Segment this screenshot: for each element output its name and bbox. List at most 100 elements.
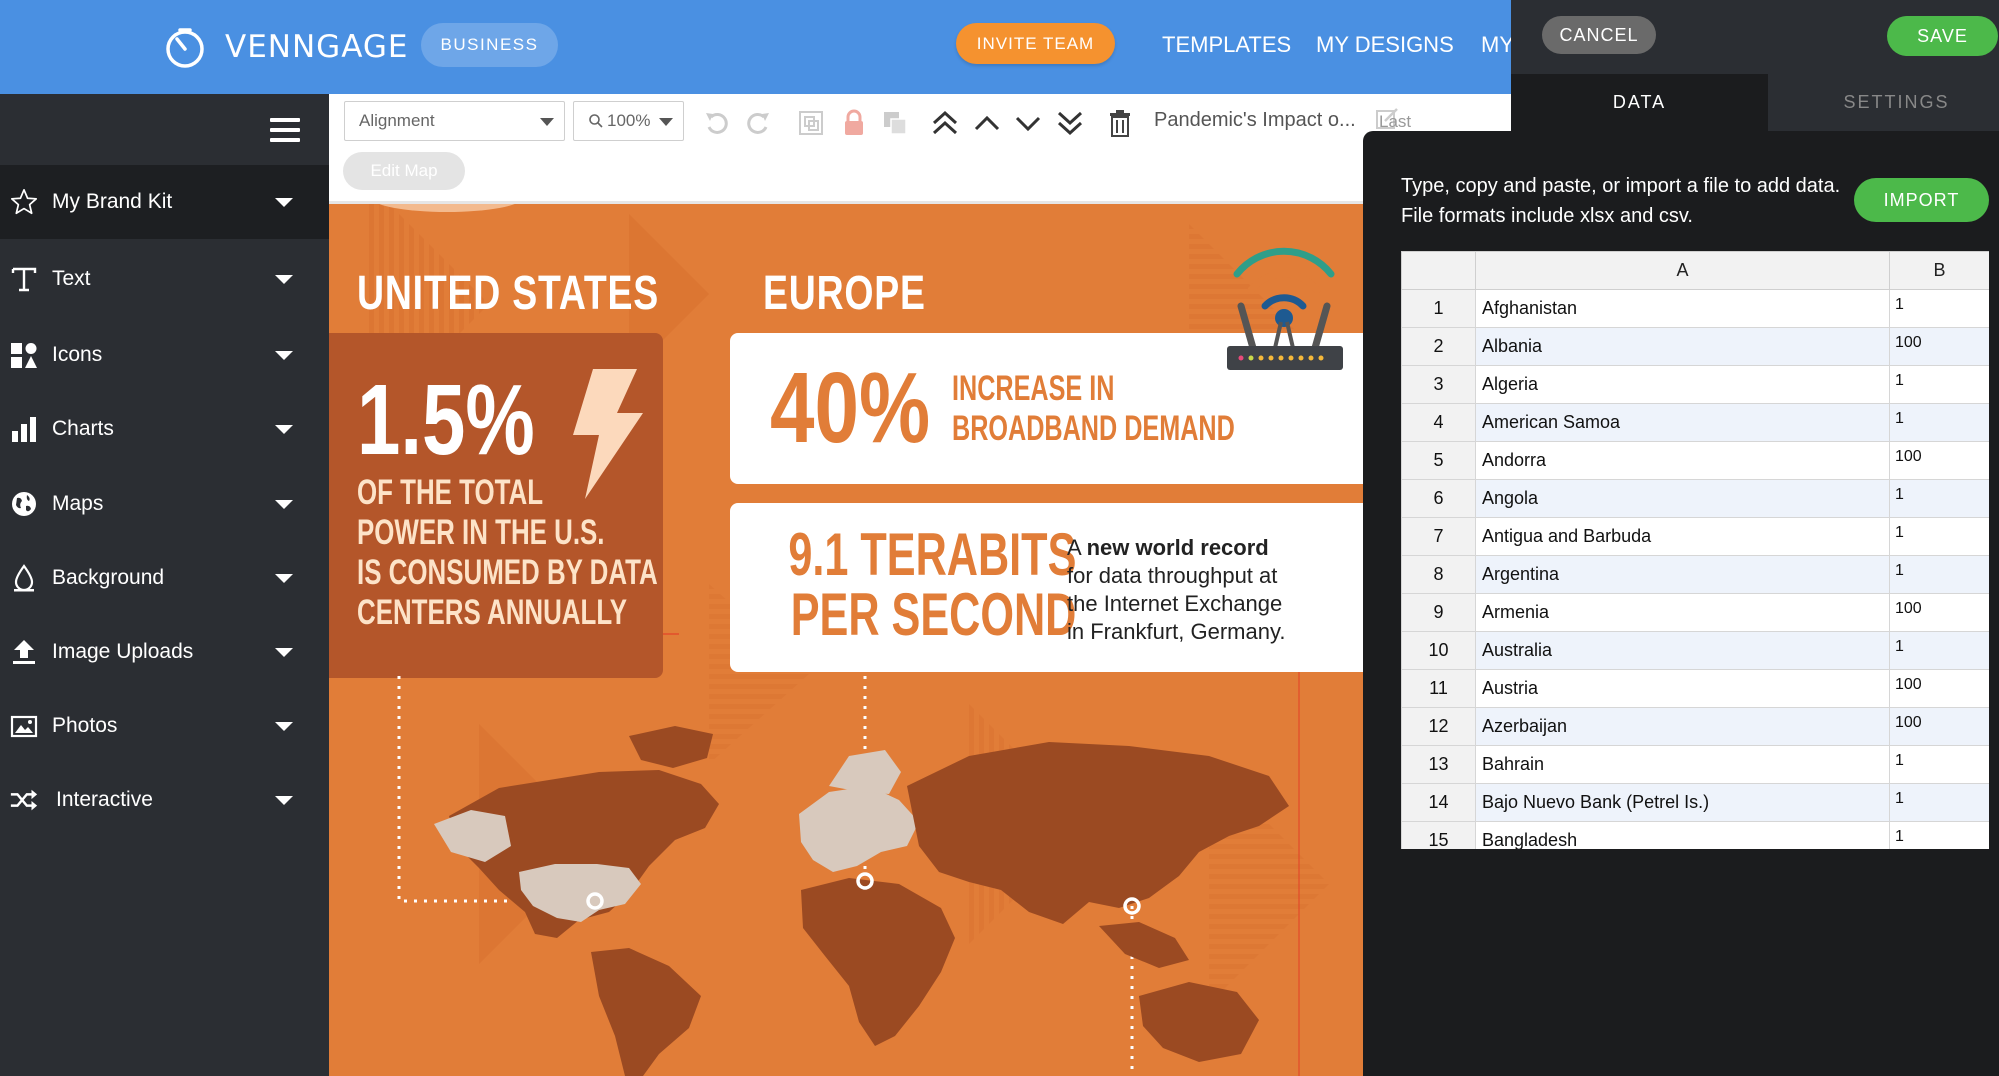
sidebar-item-text[interactable]: Text: [0, 242, 329, 316]
cell-country[interactable]: Antigua and Barbuda: [1475, 517, 1890, 556]
sidebar-item-label: Icons: [52, 343, 103, 366]
sidebar-item-maps[interactable]: Maps: [0, 467, 329, 541]
us-stat-card[interactable]: 1.5% OF THE TOTAL POWER IN THE U.S. IS C…: [329, 333, 663, 678]
europe-heading[interactable]: EUROPE: [763, 266, 926, 321]
cell-country[interactable]: Angola: [1475, 479, 1890, 518]
edit-map-button[interactable]: Edit Map: [343, 152, 465, 190]
lock-icon[interactable]: [839, 108, 869, 138]
save-button[interactable]: SAVE: [1887, 16, 1998, 56]
alignment-dropdown[interactable]: Alignment: [344, 101, 565, 141]
group-icon[interactable]: [796, 108, 826, 138]
invite-team-button[interactable]: INVITE TEAM: [956, 23, 1115, 64]
cancel-button[interactable]: CANCEL: [1542, 16, 1656, 54]
cell-country[interactable]: Bangladesh: [1475, 821, 1890, 849]
record-bold: new world record: [1086, 535, 1269, 560]
cell-country[interactable]: Australia: [1475, 631, 1890, 670]
row-number[interactable]: 10: [1401, 631, 1476, 670]
cell-value[interactable]: 1: [1889, 517, 1989, 556]
sidebar-item-label: My Brand Kit: [52, 190, 173, 213]
cell-value[interactable]: 100: [1889, 707, 1989, 746]
design-canvas[interactable]: UNITED STATES EUROPE 1.5% OF THE TOTAL P…: [329, 204, 1363, 1076]
redo-icon[interactable]: [743, 108, 773, 138]
row-number[interactable]: 12: [1401, 707, 1476, 746]
row-number[interactable]: 1: [1401, 289, 1476, 328]
us-stat-value: 1.5%: [357, 364, 535, 476]
bring-forward-icon[interactable]: [972, 108, 1002, 138]
cell-country[interactable]: Afghanistan: [1475, 289, 1890, 328]
trash-icon[interactable]: [1105, 108, 1135, 138]
nav-my-designs[interactable]: MY DESIGNS: [1316, 32, 1454, 58]
us-heading[interactable]: UNITED STATES: [357, 266, 659, 321]
row-number[interactable]: 2: [1401, 327, 1476, 366]
send-backward-icon[interactable]: [1013, 108, 1043, 138]
brand-logo[interactable]: VENNGAGE: [163, 22, 408, 72]
document-title[interactable]: Pandemic's Impact o...: [1154, 109, 1356, 132]
sidebar-item-image-uploads[interactable]: Image Uploads: [0, 615, 329, 689]
undo-icon[interactable]: [702, 108, 732, 138]
bring-to-front-icon[interactable]: [930, 108, 960, 138]
cell-value[interactable]: 100: [1889, 669, 1989, 708]
cell-country[interactable]: Austria: [1475, 669, 1890, 708]
menu-icon[interactable]: [270, 118, 300, 142]
data-spreadsheet[interactable]: A B 1 Afghanistan 1 2 Albania 100 3 Algeria 1 …: [1401, 251, 1989, 849]
send-to-back-icon[interactable]: [1055, 108, 1085, 138]
tab-settings[interactable]: SETTINGS: [1768, 74, 1999, 131]
cell-value[interactable]: 1: [1889, 631, 1989, 670]
cell-value[interactable]: 1: [1889, 289, 1989, 328]
sidebar-item-charts[interactable]: Charts: [0, 392, 329, 466]
cell-value[interactable]: 100: [1889, 441, 1989, 480]
cell-country[interactable]: Bajo Nuevo Bank (Petrel Is.): [1475, 783, 1890, 822]
cell-value[interactable]: 1: [1889, 821, 1989, 849]
sidebar-item-interactive[interactable]: Interactive: [0, 763, 329, 837]
row-number[interactable]: 3: [1401, 365, 1476, 404]
sidebar-item-my-brand-kit[interactable]: My Brand Kit: [0, 165, 329, 239]
column-header-b[interactable]: B: [1889, 251, 1989, 290]
cell-country[interactable]: Azerbaijan: [1475, 707, 1890, 746]
cell-country[interactable]: Andorra: [1475, 441, 1890, 480]
chevron-down-icon: [275, 722, 293, 731]
cell-value[interactable]: 100: [1889, 593, 1989, 632]
row-number[interactable]: 14: [1401, 783, 1476, 822]
cell-value[interactable]: 1: [1889, 555, 1989, 594]
row-number[interactable]: 15: [1401, 821, 1476, 849]
cell-value[interactable]: 1: [1889, 479, 1989, 518]
row-number[interactable]: 11: [1401, 669, 1476, 708]
sidebar-item-label: Maps: [52, 492, 104, 515]
nav-templates[interactable]: TEMPLATES: [1162, 32, 1291, 58]
cell-country[interactable]: Argentina: [1475, 555, 1890, 594]
row-number[interactable]: 5: [1401, 441, 1476, 480]
column-header-a[interactable]: A: [1475, 251, 1890, 290]
row-number[interactable]: 6: [1401, 479, 1476, 518]
row-number[interactable]: 13: [1401, 745, 1476, 784]
cell-country[interactable]: Armenia: [1475, 593, 1890, 632]
tab-data[interactable]: DATA: [1511, 74, 1768, 131]
throughput-stat-card[interactable]: 9.1 TERABITS PER SECOND A new world reco…: [730, 503, 1363, 672]
zoom-dropdown[interactable]: 100%: [573, 101, 684, 141]
cell-country[interactable]: Bahrain: [1475, 745, 1890, 784]
duplicate-icon[interactable]: [880, 108, 910, 138]
row-number[interactable]: 4: [1401, 403, 1476, 442]
sidebar-item-icons[interactable]: Icons: [0, 318, 329, 392]
cell-country[interactable]: Algeria: [1475, 365, 1890, 404]
world-map[interactable]: [329, 676, 1363, 1076]
row-number[interactable]: 7: [1401, 517, 1476, 556]
cell-value[interactable]: 1: [1889, 365, 1989, 404]
plan-badge[interactable]: BUSINESS: [421, 23, 558, 67]
cell-value[interactable]: 1: [1889, 403, 1989, 442]
cell-country[interactable]: Albania: [1475, 327, 1890, 366]
wifi-router-icon: [1227, 247, 1343, 370]
corner-header[interactable]: [1401, 251, 1476, 290]
sidebar-item-photos[interactable]: Photos: [0, 689, 329, 763]
us-line: IS CONSUMED BY DATA: [357, 553, 658, 592]
cell-value[interactable]: 100: [1889, 327, 1989, 366]
row-number[interactable]: 9: [1401, 593, 1476, 632]
record-line: for data throughput at: [1067, 563, 1278, 588]
cell-value[interactable]: 1: [1889, 745, 1989, 784]
row-number[interactable]: 8: [1401, 555, 1476, 594]
instruction-line: Type, copy and paste, or import a file t…: [1401, 175, 1841, 197]
cell-value[interactable]: 1: [1889, 783, 1989, 822]
cell-country[interactable]: American Samoa: [1475, 403, 1890, 442]
nav-my-more[interactable]: MY: [1481, 32, 1514, 58]
sidebar-item-background[interactable]: Background: [0, 541, 329, 615]
import-button[interactable]: IMPORT: [1854, 178, 1989, 222]
